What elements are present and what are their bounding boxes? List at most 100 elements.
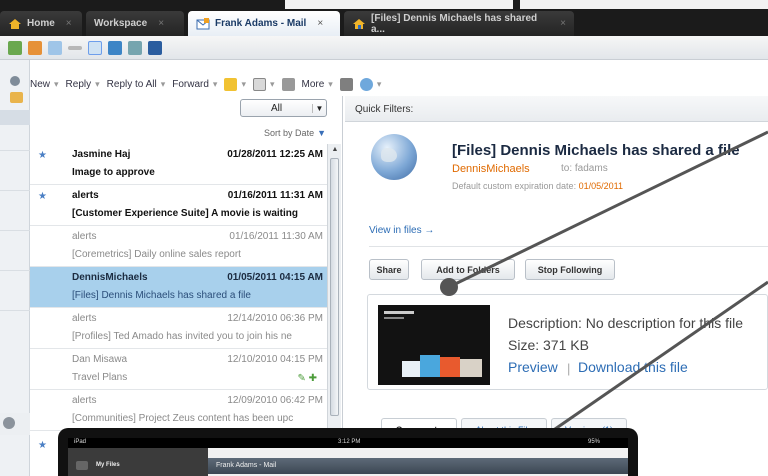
sync-icon[interactable] bbox=[128, 40, 142, 55]
calendar-icon[interactable] bbox=[88, 40, 102, 55]
quick-filters-label: Quick Filters: bbox=[355, 104, 414, 115]
print-icon bbox=[339, 77, 353, 91]
folder-icon bbox=[224, 77, 238, 91]
forward-label: Forward bbox=[172, 78, 209, 90]
tab-mail[interactable]: Frank Adams - Mail × bbox=[188, 11, 340, 36]
filter-select[interactable]: All ▼ bbox=[240, 99, 327, 117]
message-sender: alerts bbox=[72, 313, 97, 324]
dropdown-arrow-icon[interactable]: ▾ bbox=[95, 79, 100, 90]
message-row[interactable]: DennisMichaels 01/05/2011 04:15 AM [File… bbox=[30, 267, 327, 308]
message-row[interactable]: alerts 12/09/2010 06:42 PM [Communities]… bbox=[30, 390, 327, 431]
copy-button[interactable]: ▾ bbox=[252, 77, 275, 91]
view-in-files-link[interactable]: View in files → bbox=[369, 225, 434, 236]
message-date: 01/16/2011 11:30 AM bbox=[229, 231, 323, 242]
message-row[interactable]: ★ alerts 01/16/2011 11:31 AM [Customer E… bbox=[30, 185, 327, 226]
carrier-label: iPad bbox=[74, 439, 87, 445]
message-subject: Travel Plans bbox=[72, 372, 128, 383]
new-label: New bbox=[30, 78, 51, 90]
home-icon[interactable] bbox=[76, 461, 88, 470]
sort-control[interactable]: Sort by Date ▼ bbox=[264, 128, 326, 138]
star-icon[interactable]: ★ bbox=[38, 150, 47, 161]
folder-icon[interactable] bbox=[10, 92, 23, 103]
scroll-knob-icon[interactable] bbox=[3, 417, 15, 429]
dropdown-arrow-icon[interactable]: ▾ bbox=[328, 79, 333, 90]
close-icon[interactable]: × bbox=[560, 18, 566, 29]
new-button[interactable]: New ▾ bbox=[30, 79, 59, 90]
tab-shared-file[interactable]: [Files] Dennis Michaels has shared a... … bbox=[344, 11, 574, 36]
nav-selected-row[interactable] bbox=[0, 110, 30, 125]
home-icon bbox=[8, 17, 22, 31]
scroll-up-icon[interactable]: ▲ bbox=[330, 146, 340, 156]
recipient-label: to: fadams bbox=[561, 163, 608, 174]
message-subject: [Files] Dennis Michaels has shared a fil… bbox=[72, 290, 251, 301]
dropdown-arrow-icon[interactable]: ▾ bbox=[241, 79, 246, 90]
add-to-folders-button[interactable]: Add to Folders bbox=[421, 259, 515, 280]
star-icon[interactable]: ★ bbox=[38, 440, 47, 451]
mail-subject: [Files] Dennis Michaels has shared a fil… bbox=[452, 142, 740, 159]
dropdown-arrow-icon[interactable]: ▾ bbox=[161, 79, 166, 90]
chevron-down-icon[interactable]: ▼ bbox=[312, 103, 326, 113]
delete-button[interactable] bbox=[281, 77, 295, 91]
message-row[interactable]: alerts 12/14/2010 06:36 PM [Profiles] Te… bbox=[30, 308, 327, 349]
dropdown-arrow-icon[interactable]: ▾ bbox=[270, 79, 275, 90]
add-icon[interactable] bbox=[48, 40, 62, 55]
expiry-date: 01/05/2011 bbox=[578, 181, 623, 191]
tab-home[interactable]: Home × bbox=[0, 11, 82, 36]
tag-icon[interactable] bbox=[28, 40, 42, 55]
mail-icon bbox=[196, 17, 210, 31]
tab-workspace[interactable]: Workspace × bbox=[86, 11, 184, 36]
preview-link[interactable]: Preview bbox=[508, 359, 558, 375]
reply-button[interactable]: Reply ▾ bbox=[66, 79, 100, 90]
search-icon bbox=[359, 77, 373, 91]
gear-icon[interactable] bbox=[10, 76, 20, 86]
search-button[interactable]: ▾ bbox=[359, 77, 382, 91]
print-button[interactable] bbox=[339, 77, 353, 91]
download-link[interactable]: Download this file bbox=[578, 359, 688, 375]
share-button[interactable]: Share bbox=[369, 259, 409, 280]
reply-all-button[interactable]: Reply to All ▾ bbox=[107, 79, 166, 90]
message-subject: [Customer Experience Suite] A movie is w… bbox=[72, 208, 298, 219]
sender-link[interactable]: DennisMichaels bbox=[452, 163, 530, 175]
browser-tab-strip: Home × Workspace × Frank Adams - Mail × … bbox=[0, 0, 768, 36]
dropdown-arrow-icon[interactable]: ▾ bbox=[213, 79, 218, 90]
stop-following-button[interactable]: Stop Following bbox=[525, 259, 615, 280]
forward-button[interactable]: Forward ▾ bbox=[172, 79, 217, 90]
star-icon[interactable]: ★ bbox=[38, 191, 47, 202]
dropdown-arrow-icon[interactable]: ▾ bbox=[54, 79, 59, 90]
message-row[interactable]: ★ Jasmine Haj 01/28/2011 12:25 AM Image … bbox=[30, 144, 327, 185]
pencil-icon[interactable] bbox=[8, 40, 22, 55]
message-sender: alerts bbox=[72, 395, 97, 406]
trash-icon bbox=[281, 77, 295, 91]
close-icon[interactable]: × bbox=[66, 18, 72, 29]
link-separator: | bbox=[567, 361, 571, 376]
more-button[interactable]: More ▾ bbox=[302, 79, 333, 90]
list-scrollbar[interactable]: ▲ bbox=[327, 144, 341, 444]
folder-button[interactable]: ▾ bbox=[224, 77, 246, 91]
message-date: 12/14/2010 06:36 PM bbox=[227, 313, 323, 324]
binoculars-icon[interactable] bbox=[108, 40, 122, 55]
filter-value: All bbox=[270, 102, 283, 114]
message-row[interactable]: Dan Misawa 12/10/2010 04:15 PM Travel Pl… bbox=[30, 349, 327, 390]
tab-label: Home bbox=[27, 18, 55, 29]
close-icon[interactable]: × bbox=[158, 18, 164, 29]
file-card: Description: No description for this fil… bbox=[367, 294, 768, 390]
battery-label: 95% bbox=[588, 439, 601, 445]
message-date: 01/16/2011 11:31 AM bbox=[227, 190, 323, 201]
close-icon[interactable]: × bbox=[317, 18, 323, 29]
file-thumbnail[interactable] bbox=[378, 305, 490, 385]
nav-scroll-control[interactable] bbox=[0, 413, 30, 435]
ipad-sidebar: My Files bbox=[68, 448, 208, 476]
tab-label: Workspace bbox=[94, 18, 148, 29]
globe-land bbox=[381, 148, 397, 162]
message-row[interactable]: alerts 01/16/2011 11:30 AM [Coremetrics]… bbox=[30, 226, 327, 267]
ipad-device-frame: iPad 3:12 PM 95% My Files Frank Adams - … bbox=[58, 428, 638, 476]
quick-filters-bar: Quick Filters: bbox=[345, 96, 768, 122]
message-subject: [Coremetrics] Daily online sales report bbox=[72, 249, 241, 260]
minus-icon[interactable] bbox=[68, 45, 82, 50]
send-receive-icon[interactable] bbox=[148, 40, 162, 55]
message-subject: [Profiles] Ted Amado has invited you to … bbox=[72, 331, 292, 342]
scroll-thumb[interactable] bbox=[330, 158, 339, 416]
icon-toolbar bbox=[0, 36, 768, 60]
message-date: 12/10/2010 04:15 PM bbox=[227, 354, 323, 365]
dropdown-arrow-icon[interactable]: ▾ bbox=[377, 79, 382, 90]
